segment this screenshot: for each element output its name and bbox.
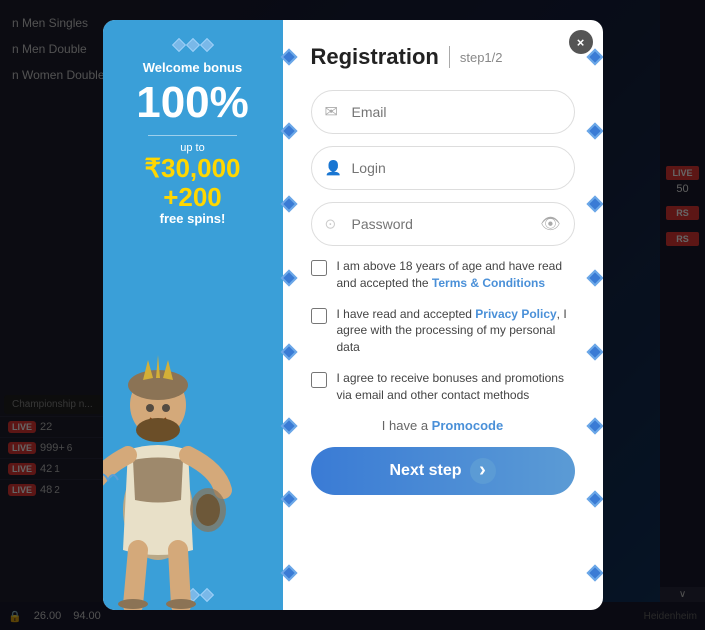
form-panel: Registration step1/2 ✉ 👤 ⊙ 👁 I am above … <box>283 20 603 610</box>
registration-header: Registration step1/2 <box>311 44 575 70</box>
bonus-panel: Welcome bonus 100% up to ₹30,000 +200 fr… <box>103 20 283 610</box>
checkbox-age-input[interactable] <box>311 260 327 276</box>
login-input-group: 👤 <box>311 146 575 190</box>
checkbox-age-label: I am above 18 years of age and have read… <box>337 258 575 292</box>
bonus-plus-spins: +200 <box>163 183 222 212</box>
registration-modal: × Welcome bonus 100% up to ₹30,000 +200 … <box>103 20 603 610</box>
terms-conditions-link[interactable]: Terms & Conditions <box>432 276 545 290</box>
chevron-right-icon: › <box>470 458 496 484</box>
checkbox-privacy-input[interactable] <box>311 308 327 324</box>
promocode-link[interactable]: Promocode <box>432 418 504 433</box>
privacy-policy-link[interactable]: Privacy Policy <box>475 307 556 321</box>
fingerprint-icon: ⊙ <box>325 216 337 233</box>
checkbox-privacy-label: I have read and accepted Privacy Policy,… <box>337 306 575 356</box>
email-input-group: ✉ <box>311 90 575 134</box>
email-field[interactable] <box>311 90 575 134</box>
email-icon: ✉ <box>325 102 338 122</box>
bonus-divider <box>148 135 237 136</box>
checkbox-privacy: I have read and accepted Privacy Policy,… <box>311 306 575 356</box>
eye-icon[interactable]: 👁 <box>540 214 560 234</box>
password-input-group: ⊙ 👁 <box>311 202 575 246</box>
login-field[interactable] <box>311 146 575 190</box>
checkbox-promotions-label: I agree to receive bonuses and promotion… <box>337 370 575 404</box>
checkbox-promotions-input[interactable] <box>311 372 327 388</box>
header-divider <box>449 46 450 68</box>
password-field[interactable] <box>311 202 575 246</box>
close-button[interactable]: × <box>569 30 593 54</box>
bonus-percent: 100% <box>136 81 249 125</box>
checkbox-age-terms: I am above 18 years of age and have read… <box>311 258 575 292</box>
bonus-title: Welcome bonus <box>143 60 242 75</box>
checkbox-promotions: I agree to receive bonuses and promotion… <box>311 370 575 404</box>
registration-title: Registration <box>311 44 439 70</box>
bonus-free-spins: free spins! <box>160 211 226 226</box>
user-icon: 👤 <box>325 160 342 177</box>
bonus-amount: ₹30,000 <box>144 154 240 183</box>
promo-line: I have a Promocode <box>311 418 575 433</box>
next-step-button[interactable]: Next step › <box>311 447 575 495</box>
registration-step: step1/2 <box>460 50 503 65</box>
god-character-svg <box>103 230 263 610</box>
